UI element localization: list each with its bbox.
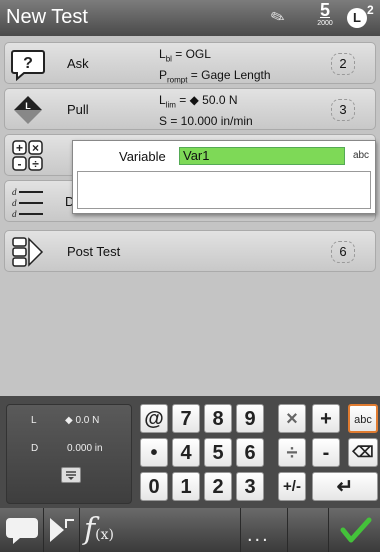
displacement-value: 0.000 in <box>67 443 103 454</box>
expression-input[interactable] <box>77 171 371 209</box>
variable-label: Variable <box>119 149 166 164</box>
step-post-test[interactable]: Post Test 6 <box>4 230 376 272</box>
key-decimal[interactable]: • <box>140 438 168 467</box>
function-button[interactable]: f(x) <box>80 508 240 552</box>
key-backspace[interactable]: ⌫ <box>348 438 378 467</box>
step-ask-desc: Lbl = OGL Prompt = Gage Length <box>159 47 271 85</box>
insert-step-icon <box>50 518 74 542</box>
svg-text:d: d <box>12 209 17 219</box>
limit-badge-count: 2 <box>367 3 374 17</box>
key-7[interactable]: 7 <box>172 404 200 433</box>
svg-text:L: L <box>25 101 31 111</box>
step-number: 6 <box>331 241 355 263</box>
comment-icon <box>6 518 38 544</box>
key-5[interactable]: 5 <box>204 438 232 467</box>
key-plus-minus[interactable]: +/- <box>278 472 306 501</box>
step-pull-label: Pull <box>67 102 89 117</box>
svg-text:d: d <box>12 187 17 197</box>
step-number: 2 <box>331 53 355 75</box>
data-list-icon: d d d <box>12 187 43 219</box>
more-button[interactable]: ... <box>240 508 288 552</box>
svg-text:÷: ÷ <box>32 157 39 171</box>
bottom-toolbar: f(x) ... <box>0 508 380 552</box>
variable-name-input[interactable]: Var1 <box>179 147 345 165</box>
pull-icon: L <box>14 96 42 124</box>
svg-text:×: × <box>32 141 39 155</box>
key-9[interactable]: 9 <box>236 404 264 433</box>
variable-popup: Variable Var1 abc <box>72 140 376 214</box>
question-icon: ? <box>11 50 45 81</box>
key-abc[interactable]: abc <box>348 404 378 433</box>
readout-settings-icon[interactable] <box>61 467 81 483</box>
wrench-icon[interactable]: ✎ <box>268 6 288 30</box>
key-8[interactable]: 8 <box>204 404 232 433</box>
step-pull-desc: Llim = ◆ 50.0 N S = 10.000 in/min <box>159 93 253 129</box>
calculator-icon: + × - ÷ <box>12 140 43 171</box>
post-test-icon <box>12 237 44 267</box>
svg-text:d: d <box>12 198 17 208</box>
step-post-test-label: Post Test <box>67 244 121 259</box>
key-0[interactable]: 0 <box>140 472 168 501</box>
key-at[interactable]: @ <box>140 404 168 433</box>
step-pull[interactable]: L Pull Llim = ◆ 50.0 N S = 10.000 in/min… <box>4 88 376 130</box>
key-minus[interactable]: - <box>312 438 340 467</box>
svg-text:?: ? <box>23 55 33 72</box>
key-enter[interactable]: ↵ <box>312 472 378 501</box>
displacement-label: D <box>31 443 39 454</box>
page-title: New Test <box>6 6 88 28</box>
load-cell-number: 5 <box>319 0 330 20</box>
load-label: L <box>31 415 37 426</box>
svg-text:-: - <box>18 157 22 171</box>
accept-button[interactable] <box>328 508 380 552</box>
live-readout: L ◆ 0.0 N D 0.000 in <box>6 404 132 504</box>
checkmark-icon <box>340 517 372 543</box>
step-number: 3 <box>331 99 355 121</box>
key-divide[interactable]: ÷ <box>278 438 306 467</box>
key-multiply[interactable]: × <box>278 404 306 433</box>
load-cell-capacity: 2000 <box>317 20 333 27</box>
comment-button[interactable] <box>0 508 44 552</box>
key-6[interactable]: 6 <box>236 438 264 467</box>
limit-badge[interactable]: L <box>347 8 367 28</box>
load-value: ◆ 0.0 N <box>65 415 100 426</box>
key-2[interactable]: 2 <box>204 472 232 501</box>
title-bar: New Test ✎ 5 2000 L 2 <box>0 0 380 36</box>
key-1[interactable]: 1 <box>172 472 200 501</box>
key-4[interactable]: 4 <box>172 438 200 467</box>
svg-text:+: + <box>16 141 23 155</box>
more-icon: ... <box>247 524 270 546</box>
step-ask[interactable]: ? Ask Lbl = OGL Prompt = Gage Length 2 <box>4 42 376 85</box>
function-icon: f(x) <box>84 512 114 547</box>
step-ask-label: Ask <box>67 56 89 71</box>
insert-step-button[interactable] <box>44 508 80 552</box>
load-cell-badge[interactable]: 5 2000 <box>310 0 340 28</box>
abc-keyboard-toggle[interactable]: abc <box>349 147 373 165</box>
key-plus[interactable]: + <box>312 404 340 433</box>
key-3[interactable]: 3 <box>236 472 264 501</box>
